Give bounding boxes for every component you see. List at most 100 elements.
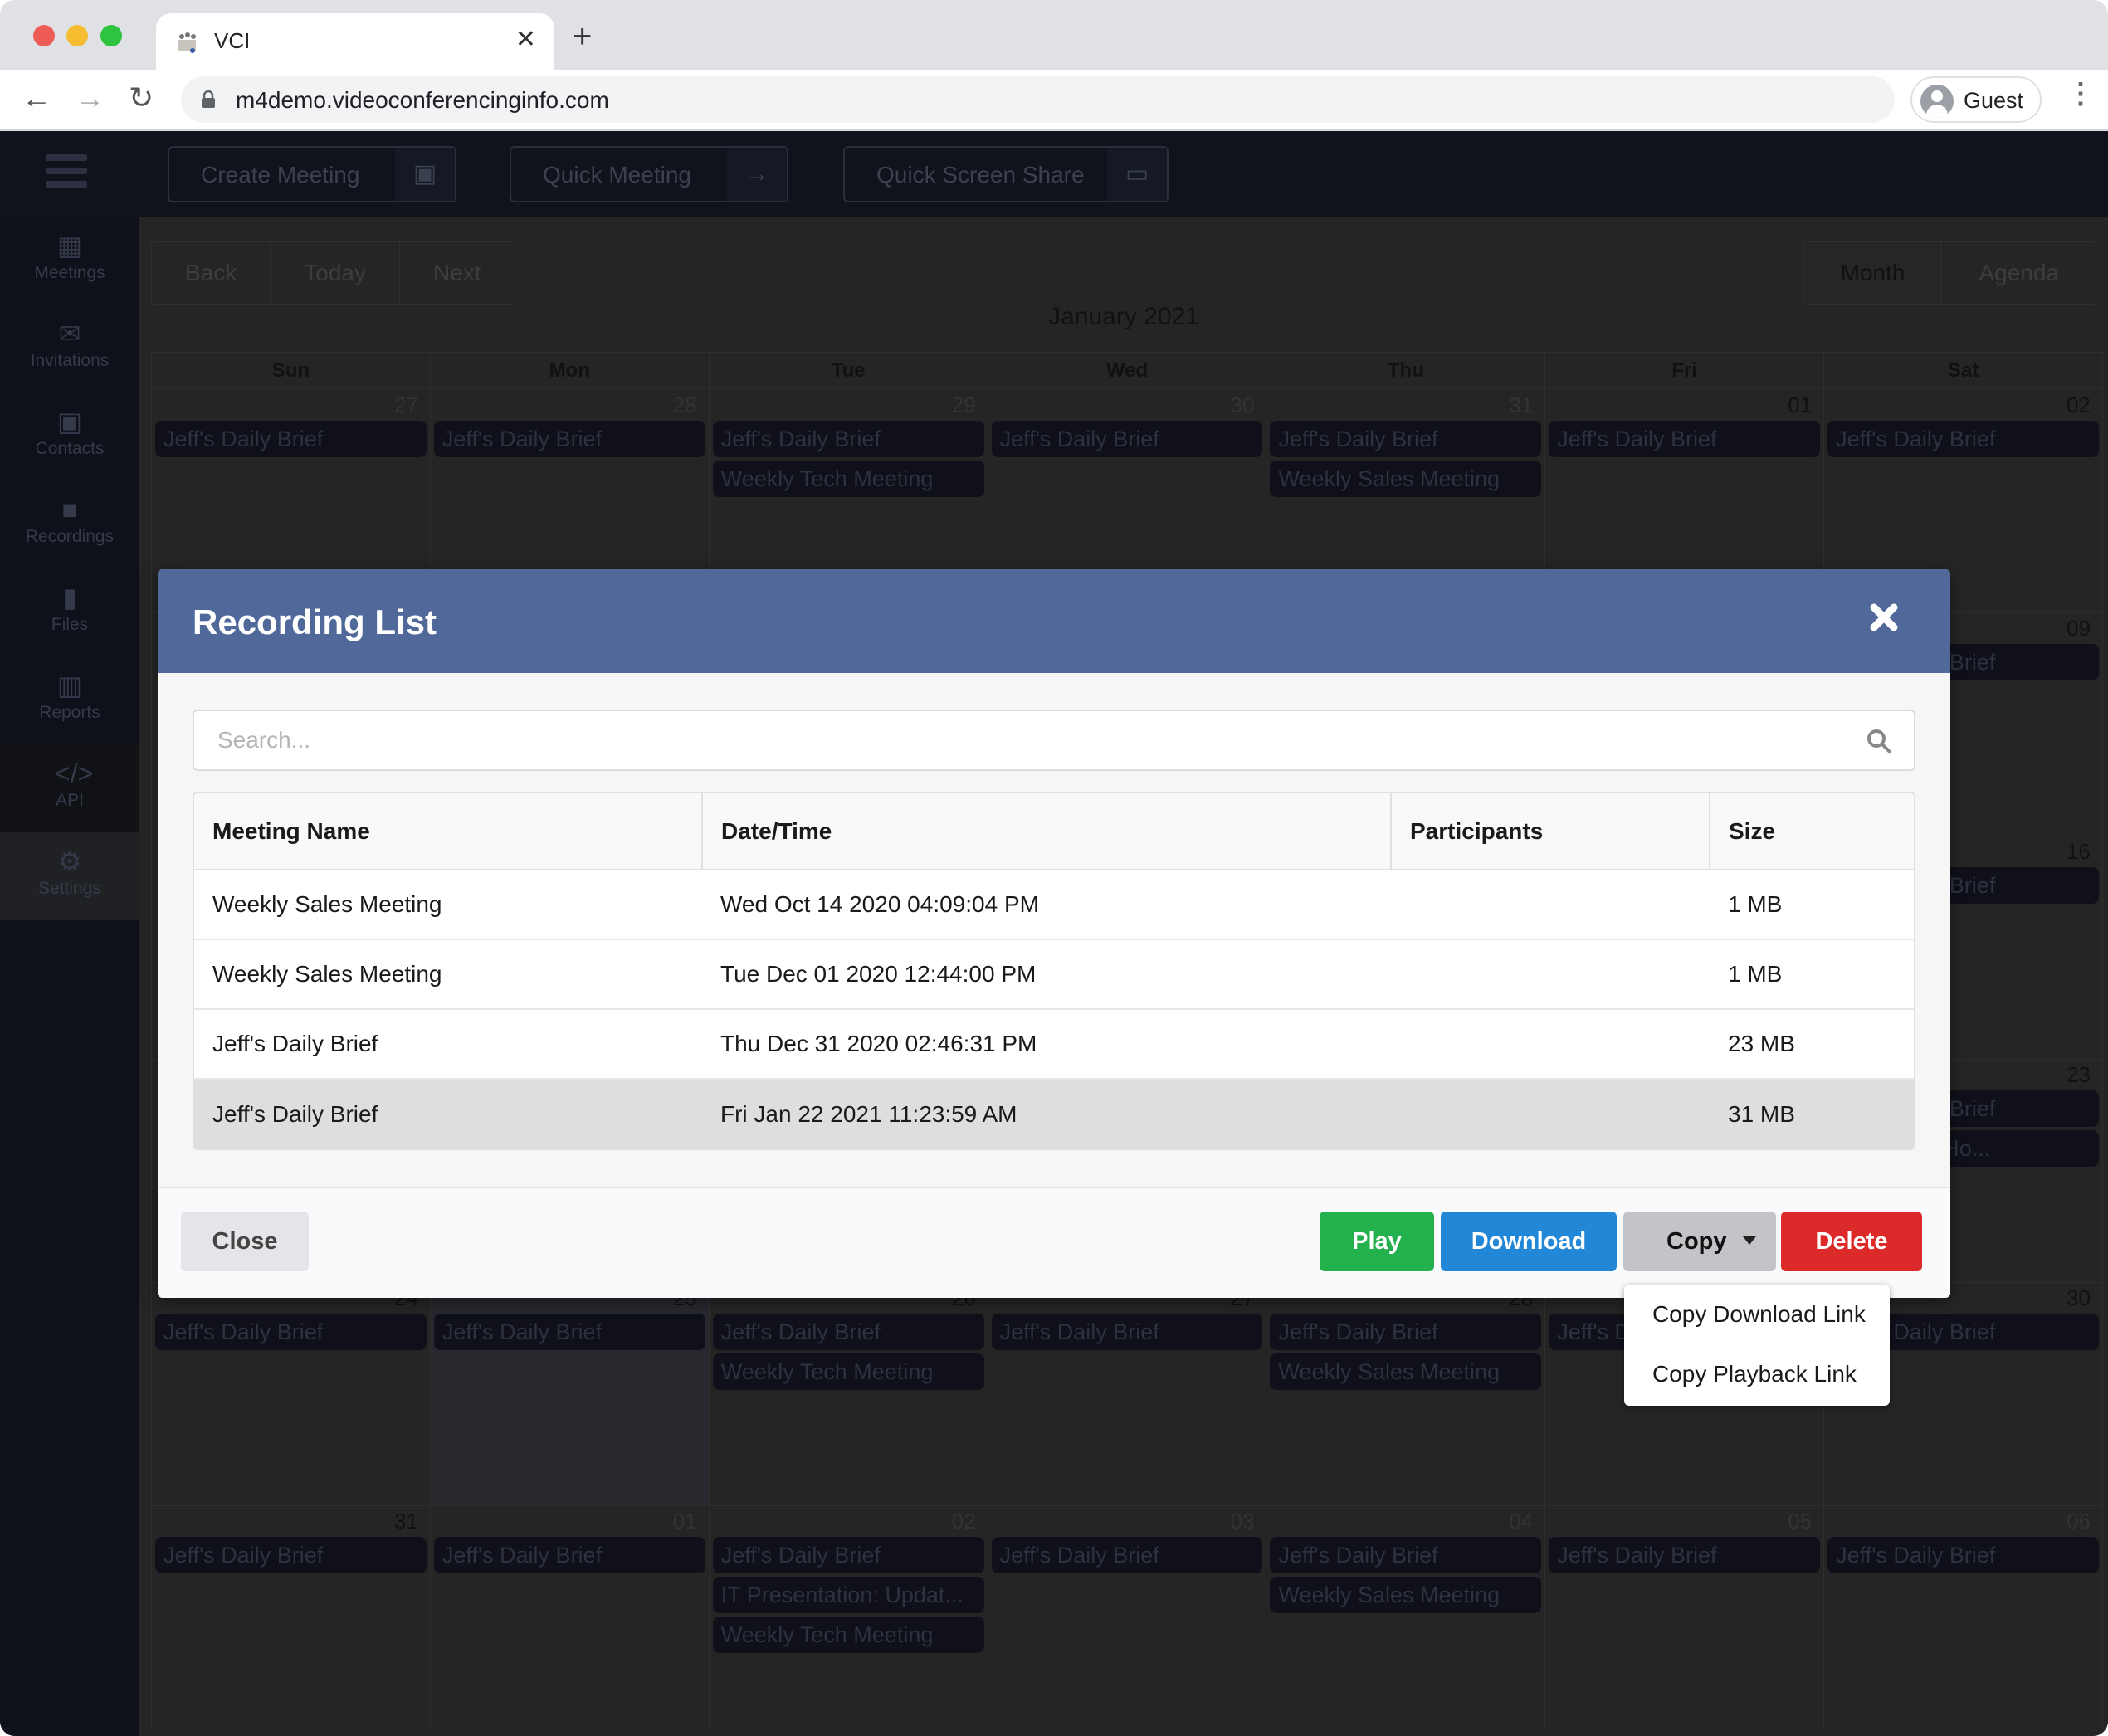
agenda-view-button[interactable]: Agenda: [1942, 242, 2096, 304]
calendar-event[interactable]: Jeff's Daily Brief: [991, 421, 1263, 457]
browser-tab[interactable]: VCI ✕: [156, 13, 554, 70]
calendar-day-cell[interactable]: 02 Jeff's Daily Brief IT Presentation: Upd…: [710, 1505, 988, 1729]
day-number[interactable]: 01: [673, 1509, 697, 1534]
copy-download-link-menu-item[interactable]: Copy Download Link: [1652, 1301, 1866, 1328]
day-number[interactable]: 31: [394, 1509, 418, 1534]
calendar-event[interactable]: Jeff's Daily Brief: [712, 1537, 984, 1573]
profile-button[interactable]: Guest: [1910, 76, 2042, 123]
reload-icon[interactable]: ↻: [129, 81, 154, 115]
calendar-event[interactable]: Jeff's Daily Brief: [712, 421, 984, 457]
new-tab-button[interactable]: +: [573, 20, 592, 53]
window-close-button[interactable]: [33, 25, 55, 46]
day-number[interactable]: 01: [1788, 393, 1812, 418]
tab-close-icon[interactable]: ✕: [515, 25, 536, 54]
calendar-next-button[interactable]: Next: [400, 242, 515, 304]
day-number[interactable]: 27: [394, 393, 418, 418]
day-number[interactable]: 31: [1509, 393, 1533, 418]
close-button[interactable]: Close: [181, 1212, 309, 1271]
day-number[interactable]: 09: [2067, 616, 2091, 641]
calendar-event[interactable]: Jeff's Daily Brief: [712, 1314, 984, 1350]
calendar-day-cell[interactable]: 31 Jeff's Daily Brief: [152, 1505, 431, 1729]
calendar-event[interactable]: Jeff's Daily Brief: [433, 1537, 705, 1573]
calendar-event[interactable]: Jeff's Daily Brief: [991, 1537, 1263, 1573]
calendar-event[interactable]: IT Presentation: Updat...: [712, 1577, 984, 1613]
sidebar-item-files[interactable]: ▮ Files: [0, 568, 139, 656]
column-header-size[interactable]: Size: [1710, 793, 1914, 870]
day-number[interactable]: 02: [952, 1509, 976, 1534]
day-number[interactable]: 30: [2067, 1285, 2091, 1311]
back-arrow-icon[interactable]: ←: [22, 81, 51, 115]
day-number[interactable]: 03: [1231, 1509, 1255, 1534]
calendar-day-cell[interactable]: 05 Jeff's Daily Brief: [1545, 1505, 1825, 1729]
delete-button[interactable]: Delete: [1781, 1212, 1922, 1271]
calendar-event[interactable]: Jeff's Daily Brief: [1827, 421, 2100, 457]
calendar-day-cell[interactable]: 24 Jeff's Daily Brief: [152, 1282, 431, 1505]
calendar-event[interactable]: Jeff's Daily Brief: [433, 1314, 705, 1350]
column-header-participants[interactable]: Participants: [1391, 793, 1710, 870]
window-maximize-button[interactable]: [100, 25, 122, 46]
quick-meeting-button[interactable]: Quick Meeting →: [510, 146, 788, 202]
sidebar-item-contacts[interactable]: ▣ Contacts: [0, 393, 139, 480]
download-button[interactable]: Download: [1441, 1212, 1617, 1271]
day-number[interactable]: 23: [2067, 1062, 2091, 1088]
table-row[interactable]: Weekly Sales Meeting Wed Oct 14 2020 04:0…: [194, 870, 1914, 940]
day-number[interactable]: 16: [2067, 839, 2091, 865]
calendar-day-cell[interactable]: 25 Jeff's Daily Brief: [430, 1282, 710, 1505]
sidebar-item-reports[interactable]: ▥ Reports: [0, 656, 139, 744]
copy-playback-link-menu-item[interactable]: Copy Playback Link: [1652, 1361, 1857, 1387]
sidebar-item-settings[interactable]: ⚙ Settings: [0, 832, 139, 920]
column-header-meeting-name[interactable]: Meeting Name: [194, 793, 703, 870]
day-number[interactable]: 06: [2067, 1509, 2091, 1534]
calendar-event[interactable]: Weekly Sales Meeting: [1270, 461, 1542, 497]
calendar-day-cell[interactable]: 03 Jeff's Daily Brief: [988, 1505, 1267, 1729]
calendar-event[interactable]: Jeff's Daily Brief: [1827, 1537, 2100, 1573]
close-icon[interactable]: [1867, 601, 1901, 634]
search-icon[interactable]: [1866, 728, 1892, 754]
calendar-event[interactable]: Jeff's Daily Brief: [1270, 1314, 1542, 1350]
calendar-event[interactable]: Weekly Sales Meeting: [1270, 1577, 1542, 1613]
calendar-today-button[interactable]: Today: [271, 242, 400, 304]
calendar-event[interactable]: Weekly Tech Meeting: [712, 1353, 984, 1390]
forward-arrow-icon[interactable]: →: [75, 81, 105, 115]
quick-screen-share-button[interactable]: Quick Screen Share ▭: [843, 146, 1169, 202]
day-number[interactable]: 02: [2067, 393, 2091, 418]
column-header-datetime[interactable]: Date/Time: [702, 793, 1392, 870]
calendar-event[interactable]: Jeff's Daily Brief: [155, 421, 427, 457]
calendar-event[interactable]: Jeff's Daily Brief: [155, 1314, 427, 1350]
table-row[interactable]: Weekly Sales Meeting Tue Dec 01 2020 12:4…: [194, 939, 1914, 1010]
sidebar-item-invitations[interactable]: ✉ Invitations: [0, 305, 139, 393]
calendar-back-button[interactable]: Back: [152, 242, 271, 304]
table-row[interactable]: Jeff's Daily Brief Fri Jan 22 2021 11:23:…: [194, 1079, 1914, 1148]
calendar-day-cell[interactable]: 27 Jeff's Daily Brief: [988, 1282, 1267, 1505]
calendar-event[interactable]: Jeff's Daily Brief: [1270, 421, 1542, 457]
calendar-event[interactable]: Weekly Tech Meeting: [712, 1617, 984, 1653]
table-row[interactable]: Jeff's Daily Brief Thu Dec 31 2020 02:46:…: [194, 1009, 1914, 1080]
calendar-day-cell[interactable]: 06 Jeff's Daily Brief: [1824, 1505, 2102, 1729]
calendar-event[interactable]: Jeff's Daily Brief: [1549, 1537, 1821, 1573]
address-bar[interactable]: m4demo.videoconferencinginfo.com: [181, 76, 1895, 123]
day-number[interactable]: 05: [1788, 1509, 1812, 1534]
calendar-event[interactable]: Jeff's Daily Brief: [1270, 1537, 1542, 1573]
sidebar-item-meetings[interactable]: ▦ Meetings: [0, 217, 139, 305]
calendar-event[interactable]: Weekly Sales Meeting: [1270, 1353, 1542, 1390]
day-number[interactable]: 28: [673, 393, 697, 418]
copy-dropdown-button[interactable]: Copy: [1623, 1212, 1776, 1271]
sidebar-item-recordings[interactable]: ■ Recordings: [0, 480, 139, 568]
calendar-event[interactable]: Weekly Tech Meeting: [712, 461, 984, 497]
day-number[interactable]: 29: [952, 393, 976, 418]
calendar-event[interactable]: Jeff's Daily Brief: [433, 421, 705, 457]
search-input[interactable]: [194, 711, 1846, 769]
calendar-day-cell[interactable]: 26 Jeff's Daily Brief Weekly Tech Meeting: [710, 1282, 988, 1505]
browser-menu-icon[interactable]: ⋮: [2067, 80, 2095, 108]
calendar-event[interactable]: Jeff's Daily Brief: [1549, 421, 1821, 457]
play-button[interactable]: Play: [1320, 1212, 1434, 1271]
calendar-day-cell[interactable]: 01 Jeff's Daily Brief: [431, 1505, 710, 1729]
calendar-day-cell[interactable]: 28 Jeff's Daily Brief Weekly Sales Meeting: [1266, 1282, 1546, 1505]
day-number[interactable]: 04: [1509, 1509, 1533, 1534]
calendar-event[interactable]: Jeff's Daily Brief: [991, 1314, 1263, 1350]
day-number[interactable]: 30: [1231, 393, 1255, 418]
hamburger-menu-icon[interactable]: [46, 154, 87, 191]
create-meeting-button[interactable]: Create Meeting ▣: [168, 146, 456, 202]
sidebar-item-api[interactable]: </> API: [0, 744, 139, 832]
month-view-button[interactable]: Month: [1803, 242, 1943, 304]
